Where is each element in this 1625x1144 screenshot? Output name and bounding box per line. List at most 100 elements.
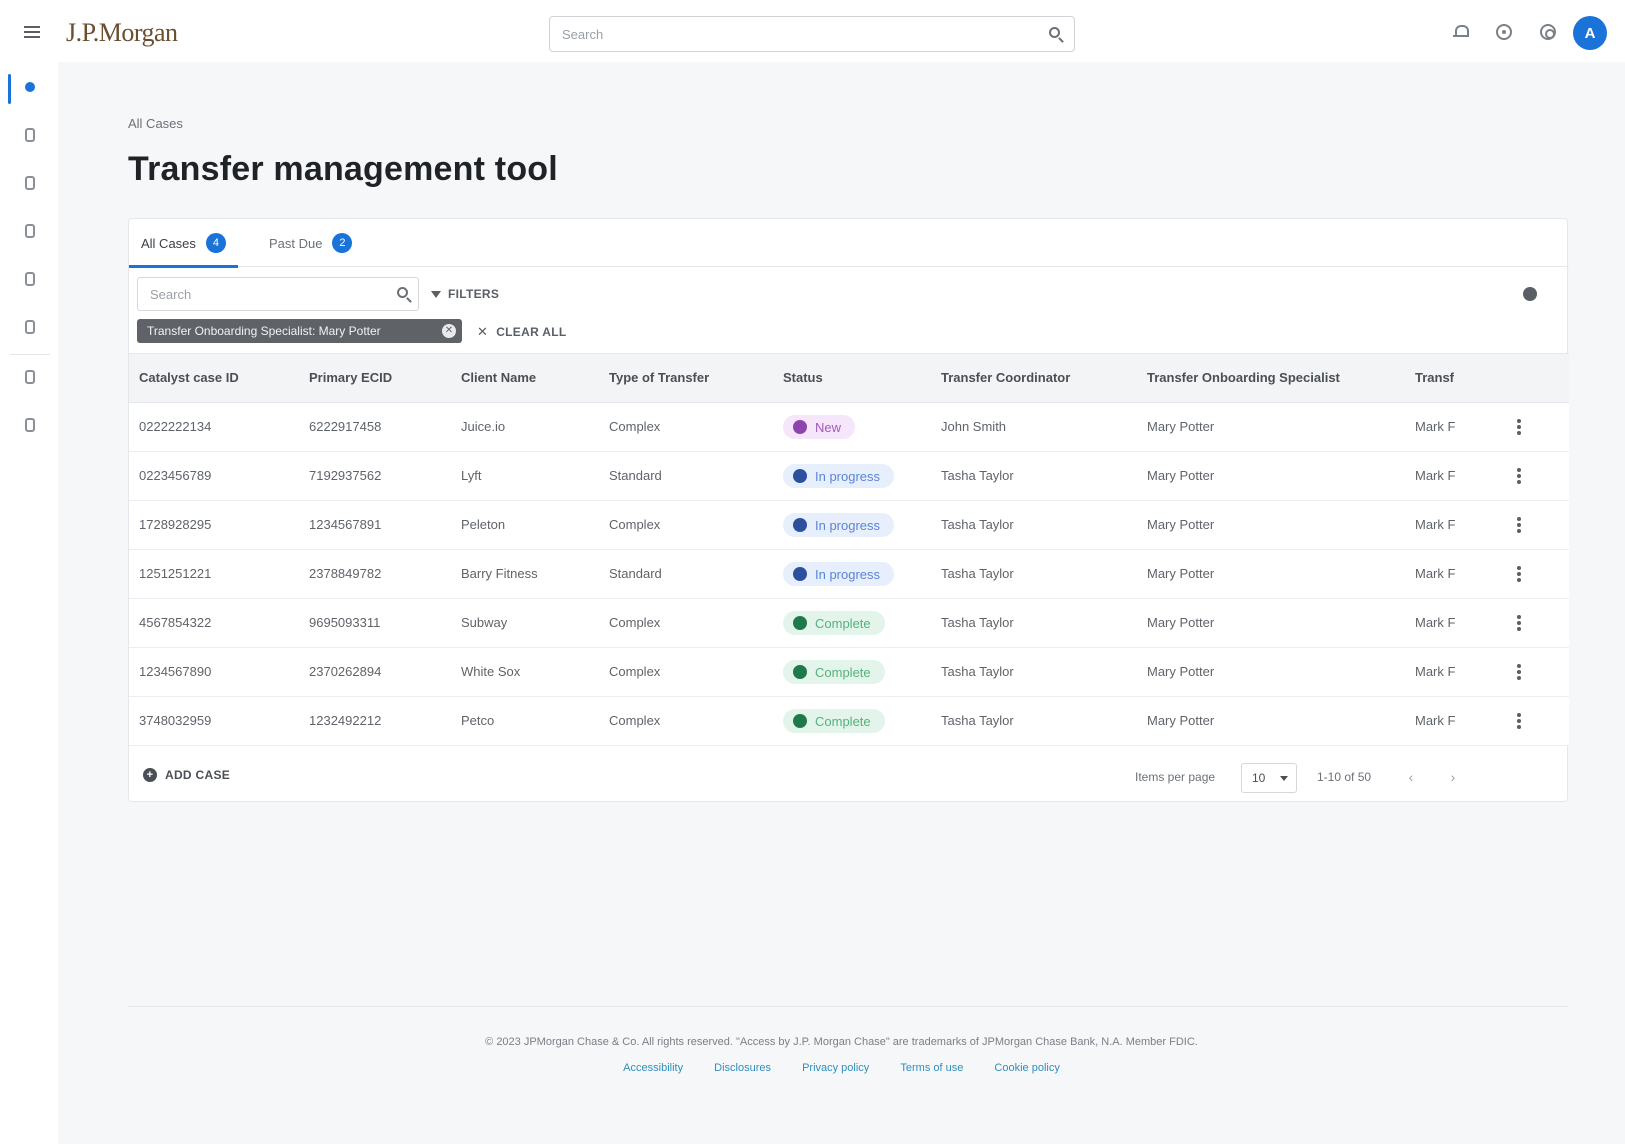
table-cell: Petco [461, 713, 495, 728]
table-search-input[interactable] [138, 278, 378, 310]
nav-item-8[interactable] [0, 404, 58, 448]
settings-icon[interactable] [1540, 24, 1556, 40]
table-cell: 1234567891 [309, 517, 382, 532]
table-cell: Tasha Taylor [941, 713, 1014, 728]
table-cell: Barry Fitness [461, 566, 538, 581]
nav-item-7[interactable] [0, 356, 58, 400]
nav-item-5[interactable] [0, 258, 58, 302]
global-search-input[interactable] [550, 17, 1020, 51]
search-icon[interactable] [397, 287, 408, 298]
nav-item-6[interactable] [0, 306, 58, 350]
nav-icon [25, 272, 35, 286]
items-per-page-select[interactable]: 10 [1241, 763, 1297, 793]
status-dot-icon [793, 616, 807, 630]
page-title: Transfer management tool [128, 150, 558, 188]
nav-divider [10, 354, 50, 355]
copyright-text: © 2023 JPMorgan Chase & Co. All rights r… [485, 1036, 1198, 1048]
avatar[interactable]: A [1573, 16, 1607, 50]
add-case-button[interactable]: + ADD CASE [143, 768, 230, 782]
table-cell: 2370262894 [309, 664, 382, 679]
notifications-icon[interactable] [1452, 24, 1469, 40]
clear-all-button[interactable]: ✕ CLEAR ALL [477, 321, 566, 343]
nav-item-4[interactable] [0, 210, 58, 254]
column-header[interactable]: Client Name [461, 354, 601, 402]
items-per-page-label: Items per page [1135, 770, 1216, 784]
table-row[interactable]: 4567854322 9695093311 Subway Complex Complet… [129, 599, 1569, 648]
close-icon[interactable]: ✕ [442, 324, 456, 338]
tab-count-badge: 2 [332, 233, 353, 253]
tab-bar: All Cases 4 Past Due 2 [129, 219, 1569, 268]
table-search[interactable] [137, 277, 419, 311]
column-header[interactable]: Type of Transfer [609, 354, 769, 402]
column-header[interactable]: Status [783, 354, 933, 402]
chip-label: Transfer Onboarding Specialist: Mary Pot… [147, 324, 381, 338]
table-row[interactable]: 1251251221 2378849782 Barry Fitness Standar… [129, 550, 1569, 599]
footer-link-disclosures[interactable]: Disclosures [714, 1062, 771, 1074]
table-cell: Mary Potter [1147, 517, 1215, 532]
table-cell: Subway [461, 615, 508, 630]
table-row[interactable]: 0222222134 6222917458 Juice.io Complex New Jo… [129, 403, 1569, 452]
more-options-icon[interactable] [1517, 713, 1521, 729]
table-cell: 7192937562 [309, 468, 382, 483]
active-filter-chip[interactable]: Transfer Onboarding Specialist: Mary Pot… [137, 319, 462, 343]
more-options-icon[interactable] [1517, 615, 1521, 631]
table-row[interactable]: 1728928295 1234567891 Peleton Complex In pro… [129, 501, 1569, 550]
home-icon [25, 82, 35, 92]
breadcrumb[interactable]: All Cases [128, 116, 183, 131]
filters-button[interactable]: FILTERS [431, 279, 499, 309]
nav-item-3[interactable] [0, 162, 58, 206]
footer-link-cookies[interactable]: Cookie policy [994, 1062, 1059, 1074]
tab-past-due[interactable]: Past Due 2 [257, 219, 364, 267]
search-icon[interactable] [1049, 27, 1060, 38]
tab-all-cases[interactable]: All Cases 4 [129, 219, 238, 268]
column-settings-icon[interactable] [1523, 287, 1537, 301]
footer-link-privacy[interactable]: Privacy policy [802, 1062, 869, 1074]
table-cell: Mark F [1415, 517, 1456, 532]
more-options-icon[interactable] [1517, 517, 1521, 533]
footer-link-terms[interactable]: Terms of use [900, 1062, 963, 1074]
status-dot-icon [793, 665, 807, 679]
status-dot-icon [793, 469, 807, 483]
table-cell: Tasha Taylor [941, 517, 1014, 532]
global-search[interactable] [549, 16, 1075, 52]
clear-all-label: CLEAR ALL [496, 325, 567, 339]
column-header[interactable]: Primary ECID [309, 354, 449, 402]
table-cell: 3748032959 [139, 713, 212, 728]
menu-icon[interactable] [24, 26, 40, 38]
more-options-icon[interactable] [1517, 566, 1521, 582]
status-dot-icon [793, 714, 807, 728]
column-header[interactable]: Catalyst case ID [139, 354, 299, 402]
table-cell: Mary Potter [1147, 615, 1215, 630]
table-header: Catalyst case ID Primary ECID Client Nam… [129, 353, 1569, 403]
column-header[interactable]: Transfer Coordinator [941, 354, 1141, 402]
column-header[interactable]: Transfer Onboarding Specialist [1147, 354, 1407, 402]
table-cell: Mary Potter [1147, 468, 1215, 483]
table-row[interactable]: 1234567890 2370262894 White Sox Complex Comp… [129, 648, 1569, 697]
brand-logo[interactable]: J.P.Morgan [66, 18, 178, 48]
more-options-icon[interactable] [1517, 419, 1521, 435]
table-cell: Mary Potter [1147, 713, 1215, 728]
more-options-icon[interactable] [1517, 664, 1521, 680]
table-cell: Standard [609, 468, 662, 483]
items-per-page-value: 10 [1252, 771, 1266, 785]
help-icon[interactable] [1496, 24, 1512, 40]
chevron-left-icon[interactable]: ‹ [1401, 767, 1421, 787]
tab-count-badge: 4 [205, 233, 226, 253]
column-header[interactable]: Transf [1415, 354, 1459, 402]
table-cell: Mark F [1415, 664, 1456, 679]
table-row[interactable]: 3748032959 1232492212 Petco Complex Complete… [129, 697, 1569, 746]
footer-link-accessibility[interactable]: Accessibility [623, 1062, 683, 1074]
nav-home[interactable] [0, 66, 58, 110]
status-badge: New [783, 415, 856, 439]
top-bar: J.P.Morgan A [0, 0, 1625, 62]
table-footer: + ADD CASE Items per page 10 1-10 of 50 … [129, 753, 1569, 803]
nav-item-2[interactable] [0, 114, 58, 158]
status-label: New [815, 419, 842, 435]
status-dot-icon [793, 518, 807, 532]
table-cell: Complex [609, 615, 661, 630]
nav-icon [25, 370, 35, 384]
more-options-icon[interactable] [1517, 468, 1521, 484]
table-row[interactable]: 0223456789 7192937562 Lyft Standard In progr… [129, 452, 1569, 501]
chevron-right-icon[interactable]: › [1443, 767, 1463, 787]
status-badge: Complete [783, 709, 885, 733]
